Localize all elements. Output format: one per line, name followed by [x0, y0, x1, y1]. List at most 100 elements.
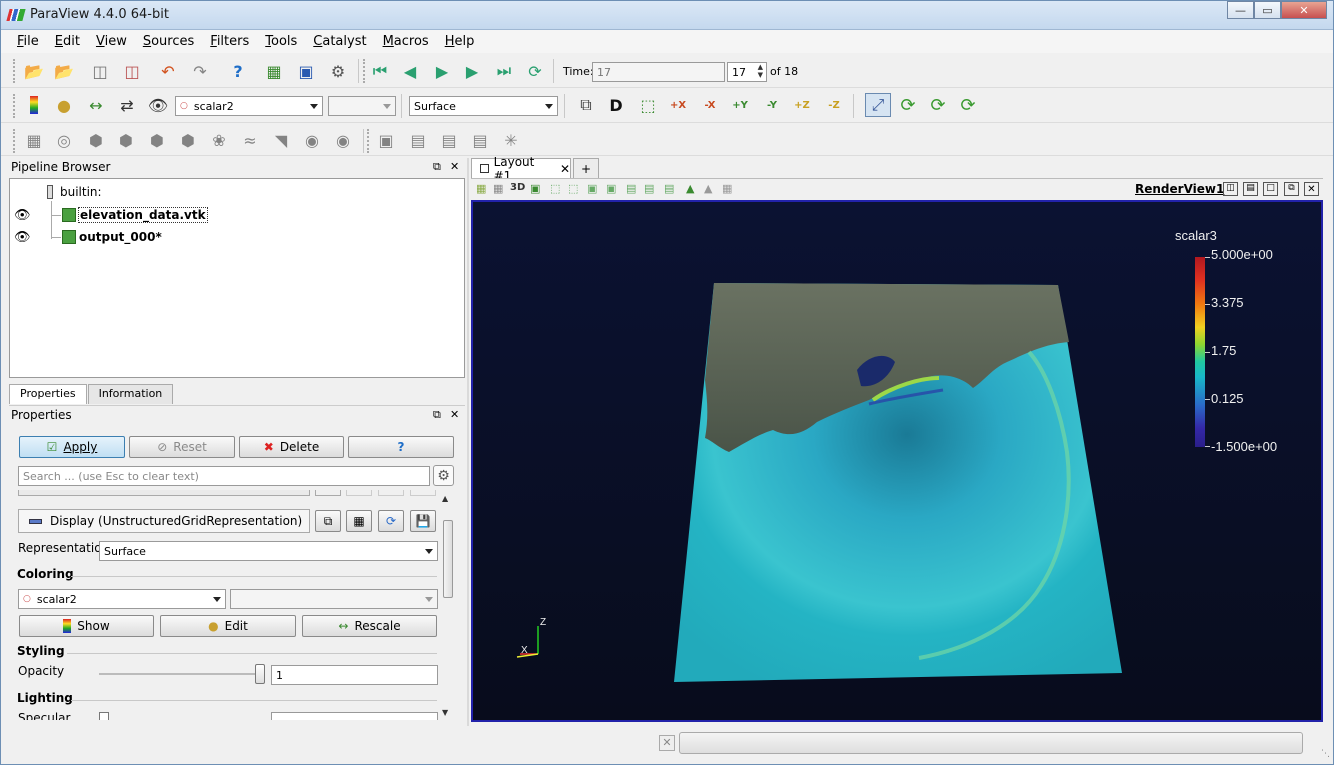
redo-icon[interactable]: ↷: [189, 60, 211, 82]
time-step-spinbox[interactable]: 17 ▲ ▼: [727, 62, 767, 82]
pick-center-icon[interactable]: ⟳: [927, 94, 949, 116]
float-panel-icon[interactable]: ⧉: [433, 160, 441, 174]
tab-layout-1[interactable]: Layout #1 ✕: [471, 155, 571, 183]
calculator-icon[interactable]: ▦: [23, 129, 45, 151]
help-button[interactable]: ?: [348, 436, 454, 458]
grow-selection-icon[interactable]: ▲: [686, 182, 694, 195]
rescale-custom-icon[interactable]: ⇄: [116, 94, 138, 116]
hover-points-icon[interactable]: ▤: [664, 182, 674, 195]
zoom-to-data-icon[interactable]: D: [605, 94, 627, 116]
warp-by-vector-icon[interactable]: ◥: [270, 129, 292, 151]
menu-catalyst[interactable]: Catalyst: [305, 34, 374, 49]
extract-level-icon[interactable]: ◉: [332, 129, 354, 151]
render-view-name[interactable]: RenderView1: [1135, 182, 1224, 196]
plot-data-icon[interactable]: ▤: [469, 129, 491, 151]
properties-search-input[interactable]: Search ... (use Esc to clear text): [18, 466, 430, 486]
shrink-selection-icon[interactable]: ▲: [704, 182, 712, 195]
paste-properties-button[interactable]: ▦: [346, 510, 372, 532]
scroll-down-icon[interactable]: ▼: [442, 708, 448, 717]
rescale-visible-icon[interactable]: 👁: [147, 94, 169, 116]
undock-view-icon[interactable]: ⧉: [1284, 182, 1299, 196]
extract-selection-icon[interactable]: ▣: [375, 129, 397, 151]
view-minus-z-icon[interactable]: -Z: [823, 94, 845, 116]
select-frustum-cells-icon[interactable]: ▣: [587, 182, 597, 195]
threshold-icon[interactable]: ⬢: [146, 129, 168, 151]
view-plus-y-icon[interactable]: +Y: [729, 94, 751, 116]
properties-scrollbar[interactable]: ▲ ▼: [441, 494, 455, 717]
tab-properties[interactable]: Properties: [9, 384, 87, 404]
float-panel-icon[interactable]: ⧉: [433, 408, 441, 422]
help-icon[interactable]: ?: [227, 60, 249, 82]
view-minus-y-icon[interactable]: -Y: [761, 94, 783, 116]
menu-help[interactable]: Help: [437, 34, 483, 49]
capture-icon[interactable]: ▦: [476, 182, 486, 195]
close-button[interactable]: ✕: [1281, 1, 1327, 19]
visibility-eye-icon[interactable]: 👁: [14, 208, 31, 223]
glyph-icon[interactable]: ❀: [208, 129, 230, 151]
zoom-to-box-icon[interactable]: ⬚: [637, 94, 659, 116]
close-panel-icon[interactable]: ✕: [450, 408, 459, 421]
scroll-thumb[interactable]: [443, 520, 453, 598]
split-vertical-icon[interactable]: ▤: [1243, 182, 1258, 196]
pipeline-item-output[interactable]: output_000*: [79, 230, 162, 244]
add-layout-tab[interactable]: +: [573, 158, 599, 178]
plot-selection-icon[interactable]: ▤: [407, 129, 429, 151]
close-tab-icon[interactable]: ✕: [560, 162, 570, 176]
clear-selection-icon[interactable]: ▦: [722, 182, 732, 195]
save-state-icon[interactable]: ◫: [121, 60, 143, 82]
select-block-icon[interactable]: ▤: [626, 182, 636, 195]
last-frame-icon[interactable]: ⏭: [493, 60, 515, 82]
render-view[interactable]: Z X scalar3 5.000e+00 3.375 1.75 0.125 -…: [471, 200, 1323, 722]
abort-icon[interactable]: ✕: [659, 735, 675, 751]
pipeline-root[interactable]: builtin:: [60, 185, 102, 199]
color-by-combo[interactable]: ○ scalar2: [175, 96, 323, 116]
restore-defaults-button[interactable]: ⟳: [378, 510, 404, 532]
group-datasets-icon[interactable]: ◉: [301, 129, 323, 151]
edit-colormap-icon[interactable]: ●: [53, 94, 75, 116]
undo-icon[interactable]: ↶: [157, 60, 179, 82]
reset-button[interactable]: ⊘ Reset: [129, 436, 235, 458]
color-legend-icon[interactable]: [23, 94, 45, 116]
loop-icon[interactable]: ⟳: [524, 60, 546, 82]
rotate-center-icon[interactable]: ⟳: [897, 94, 919, 116]
close-view-icon[interactable]: ✕: [1304, 182, 1319, 196]
python-shell-icon[interactable]: ⚙: [327, 60, 349, 82]
view-plus-x-icon[interactable]: +X: [667, 94, 689, 116]
spin-arrows-icon[interactable]: ▲ ▼: [758, 63, 763, 79]
slice-icon[interactable]: ⬢: [115, 129, 137, 151]
reset-camera-icon[interactable]: ⧉: [575, 94, 597, 116]
close-panel-icon[interactable]: ✕: [450, 160, 459, 173]
rescale-range-icon[interactable]: ↔: [85, 94, 107, 116]
connect-icon[interactable]: ▦: [263, 60, 285, 82]
menu-file[interactable]: File: [9, 34, 47, 49]
maximize-view-icon[interactable]: □: [1263, 182, 1278, 196]
edit-colormap-button[interactable]: ● Edit: [160, 615, 296, 637]
open-recent-icon[interactable]: 📂: [53, 60, 75, 82]
camera-undo-icon[interactable]: ▦: [493, 182, 503, 195]
clip-icon[interactable]: ⬢: [85, 129, 107, 151]
menu-macros[interactable]: Macros: [375, 34, 437, 49]
view-plus-z-icon[interactable]: +Z: [791, 94, 813, 116]
maximize-button[interactable]: ▭: [1254, 1, 1281, 19]
advanced-gear-icon[interactable]: ⚙: [433, 465, 454, 486]
reset-center-icon[interactable]: ⟳: [957, 94, 979, 116]
pipeline-item-elevation[interactable]: elevation_data.vtk: [78, 207, 208, 223]
view-minus-x-icon[interactable]: -X: [699, 94, 721, 116]
menu-view[interactable]: View: [88, 34, 135, 49]
opacity-input[interactable]: 1: [271, 665, 438, 685]
specular-input[interactable]: [271, 712, 438, 720]
coloring-component-select[interactable]: [230, 589, 438, 609]
extract-subset-icon[interactable]: ⬢: [177, 129, 199, 151]
opacity-slider-track[interactable]: [99, 673, 265, 675]
select-frustum-points-icon[interactable]: ▣: [606, 182, 616, 195]
open-icon[interactable]: 📂: [23, 60, 45, 82]
next-frame-icon[interactable]: ▶: [461, 60, 483, 82]
coloring-select[interactable]: ○ scalar2: [18, 589, 226, 609]
stream-tracer-icon[interactable]: ≈: [239, 129, 261, 151]
delete-button[interactable]: ✖ Delete: [239, 436, 344, 458]
camera-settings-icon[interactable]: ▣: [530, 182, 540, 195]
show-colorbar-button[interactable]: Show: [19, 615, 154, 637]
plot-over-line-icon[interactable]: ▤: [438, 129, 460, 151]
load-state-icon[interactable]: ◫: [89, 60, 111, 82]
representation-combo[interactable]: Surface: [409, 96, 558, 116]
